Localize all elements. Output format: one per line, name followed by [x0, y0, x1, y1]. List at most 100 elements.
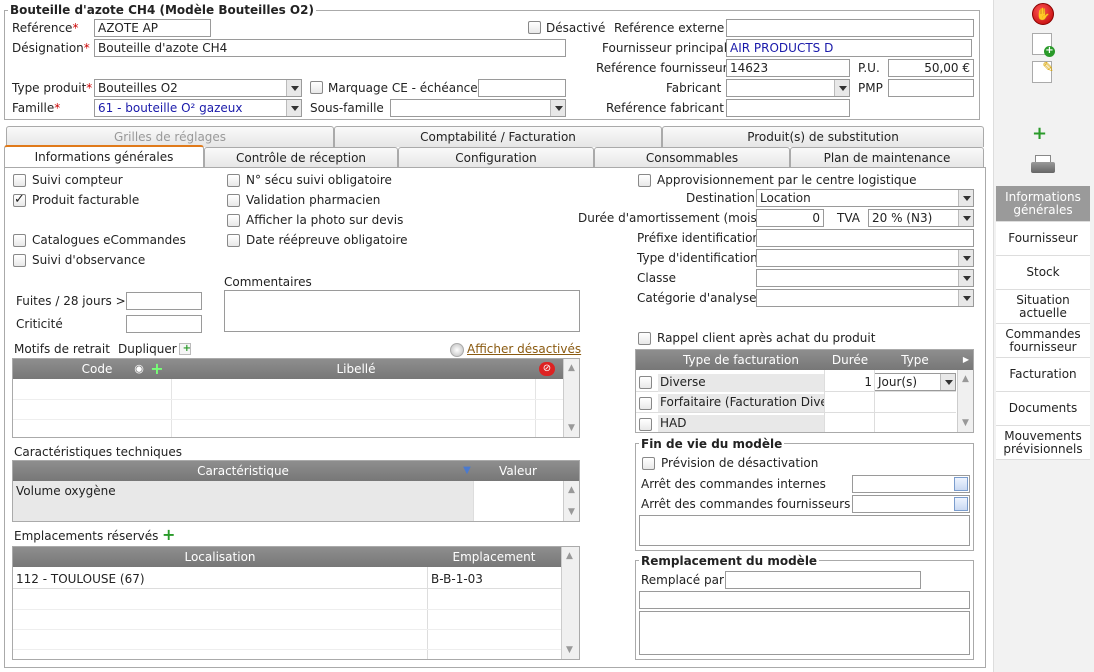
fabricant-select[interactable]: [726, 79, 850, 97]
filter-icon[interactable]: ▼: [461, 461, 473, 481]
delete-icon[interactable]: ⊘: [539, 362, 555, 376]
col-duree[interactable]: Durée: [824, 350, 876, 370]
marquage-date-input[interactable]: [478, 79, 566, 97]
desactive-checkbox[interactable]: [528, 21, 541, 34]
tab-comptabilite[interactable]: Comptabilité / Facturation: [334, 126, 662, 147]
sidebar-item-informations-generales[interactable]: Informations générales: [996, 186, 1090, 222]
date-reepreuve-checkbox[interactable]: [227, 234, 240, 247]
tab-plan-maintenance[interactable]: Plan de maintenance: [790, 147, 984, 168]
tab-configuration[interactable]: Configuration: [398, 147, 594, 168]
suivi-observance-checkbox[interactable]: [13, 254, 26, 267]
tva-select[interactable]: 20 % (N3): [868, 209, 974, 227]
remplacement-textarea[interactable]: [639, 611, 970, 655]
produit-facturable-checkbox[interactable]: [13, 192, 26, 207]
fact-row-checkbox[interactable]: [639, 418, 652, 431]
fin-vie-textarea[interactable]: [639, 515, 970, 546]
date-reepreuve-label: Date réépreuve obligatoire: [246, 233, 408, 247]
dupliquer-button[interactable]: Dupliquer +: [118, 341, 191, 357]
sous-famille-select[interactable]: [390, 99, 566, 117]
col-type[interactable]: Type: [876, 350, 954, 370]
fuites-label: Fuites / 28 jours >: [16, 294, 126, 308]
criticite-input[interactable]: [126, 315, 202, 333]
caract-row[interactable]: Volume oxygène: [13, 481, 563, 521]
marquage-checkbox[interactable]: [310, 81, 323, 94]
fact-row[interactable]: Forfaitaire (Facturation Diver: [636, 393, 956, 413]
fact-row-checkbox[interactable]: [639, 376, 652, 389]
chevron-right-icon[interactable]: ▶: [960, 350, 972, 370]
motifs-scrollbar[interactable]: ▲ ▼: [563, 359, 579, 437]
classe-select[interactable]: [756, 269, 974, 287]
tab-produits-substitution[interactable]: Produit(s) de substitution: [662, 126, 984, 147]
sous-famille-label: Sous-famille: [310, 101, 384, 115]
n-secu-checkbox[interactable]: [227, 174, 240, 187]
ref-fournisseur-input[interactable]: 14623: [726, 59, 850, 77]
catalogues-checkbox[interactable]: [13, 234, 26, 247]
type-produit-select[interactable]: Bouteilles O2: [94, 79, 302, 97]
destination-select[interactable]: Location: [756, 189, 974, 207]
ref-externe-input[interactable]: [726, 19, 974, 37]
remplace-par-input[interactable]: [725, 571, 921, 589]
printer-icon[interactable]: [1031, 155, 1055, 175]
validation-pharmacien-checkbox[interactable]: [227, 194, 240, 207]
type-ident-select[interactable]: [756, 249, 974, 267]
col-localisation[interactable]: Localisation: [13, 547, 427, 567]
designation-input[interactable]: Bouteille d'azote CH4: [94, 39, 566, 57]
caract-scrollbar[interactable]: ▲ ▼: [563, 481, 579, 521]
add-icon[interactable]: +: [1032, 125, 1050, 143]
afficher-photo-checkbox[interactable]: [227, 214, 240, 227]
sidebar-item-commandes-fournisseur[interactable]: Commandes fournisseur: [996, 324, 1090, 358]
tab-grilles-reglages[interactable]: Grilles de réglages: [6, 126, 334, 147]
sidebar-item-stock[interactable]: Stock: [996, 256, 1090, 290]
sidebar-item-documents[interactable]: Documents: [996, 392, 1090, 426]
emplacements-grid: Localisation Emplacement 112 - TOULOUSE …: [12, 546, 580, 660]
fact-row[interactable]: HAD: [636, 414, 956, 432]
new-document-icon[interactable]: +: [1032, 33, 1055, 57]
arret-internes-date[interactable]: [852, 475, 970, 493]
caract-value-cell[interactable]: [473, 481, 563, 521]
prevision-checkbox[interactable]: [642, 457, 655, 470]
rappel-checkbox[interactable]: [638, 332, 651, 345]
calendar-icon[interactable]: [954, 477, 968, 491]
commentaires-textarea[interactable]: [224, 290, 580, 332]
famille-select[interactable]: 61 - bouteille O² gazeux: [94, 99, 302, 117]
pmp-input[interactable]: [888, 79, 974, 97]
categorie-select[interactable]: [756, 289, 974, 307]
suivi-compteur-checkbox[interactable]: [13, 174, 26, 187]
tab-controle-reception[interactable]: Contrôle de réception: [204, 147, 398, 168]
remplace-par-extra-input[interactable]: [639, 591, 970, 609]
fournisseur-principal-input[interactable]: AIR PRODUCTS D: [726, 39, 972, 57]
fact-row[interactable]: Diverse 1 Jour(s): [636, 372, 956, 392]
approvisionnement-checkbox[interactable]: [638, 174, 651, 187]
col-type-facturation[interactable]: Type de facturation: [636, 350, 846, 370]
col-libelle[interactable]: Libellé: [171, 359, 541, 379]
edit-document-icon[interactable]: ✎: [1032, 60, 1054, 83]
pu-input[interactable]: 50,00 €: [888, 59, 974, 77]
fact-row-type-select[interactable]: Jour(s): [874, 373, 956, 391]
sidebar-item-mouvements-previsionnels[interactable]: Mouvements prévisionnels: [996, 426, 1090, 460]
col-emplacement[interactable]: Emplacement: [427, 547, 561, 567]
sidebar-item-fournisseur[interactable]: Fournisseur: [996, 222, 1090, 256]
afficher-desactives-link[interactable]: Afficher désactivés: [450, 341, 581, 357]
binoculars-icon[interactable]: ◉: [131, 359, 147, 379]
col-valeur[interactable]: Valeur: [473, 461, 563, 481]
add-icon[interactable]: +: [149, 359, 165, 379]
empl-row[interactable]: 112 - TOULOUSE (67) B-B-1-03: [13, 569, 561, 589]
fuites-input[interactable]: [126, 292, 202, 310]
empl-scrollbar[interactable]: ▲ ▼: [561, 547, 579, 659]
arret-fournisseurs-date[interactable]: [852, 495, 970, 513]
prefixe-input[interactable]: [756, 229, 974, 247]
fact-row-name: Diverse: [658, 374, 824, 392]
calendar-icon[interactable]: [954, 497, 968, 511]
tab-informations-generales[interactable]: Informations générales: [4, 145, 204, 168]
add-emplacement-icon[interactable]: +: [162, 526, 175, 544]
sidebar-item-situation-actuelle[interactable]: Situation actuelle: [996, 290, 1090, 324]
tab-consommables[interactable]: Consommables: [594, 147, 790, 168]
sidebar-item-facturation[interactable]: Facturation: [996, 358, 1090, 392]
ref-fabricant-input[interactable]: [726, 99, 850, 117]
fact-row-checkbox[interactable]: [639, 397, 652, 410]
col-caracteristique[interactable]: Caractéristique: [13, 461, 473, 481]
duree-input[interactable]: 0: [756, 209, 824, 227]
reference-input[interactable]: AZOTE AP: [94, 19, 211, 37]
fact-scrollbar[interactable]: ▲ ▼: [957, 370, 973, 432]
stop-icon[interactable]: ✋: [1032, 3, 1054, 25]
